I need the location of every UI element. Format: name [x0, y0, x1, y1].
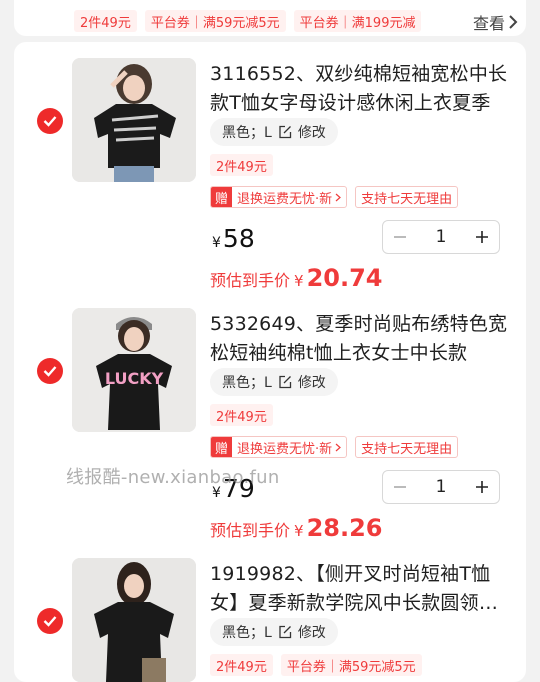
cart-item: 1919982、【侧开叉时尚短袖T恤女】夏季新款学院风中长款圆领上衣 黑色；L …	[0, 558, 540, 682]
item-checkbox[interactable]	[37, 108, 63, 134]
return-policy-tag: 支持七天无理由	[355, 436, 459, 458]
currency-symbol: ¥	[212, 485, 221, 501]
currency-symbol: ¥	[294, 272, 304, 290]
see-more-label: 查看	[472, 14, 505, 33]
return-policy-tag: 支持七天无理由	[355, 186, 459, 208]
cart-item: 3116552、双纱纯棉短袖宽松中长款T恤女字母设计感休闲上衣夏季 黑色；L 修…	[0, 58, 540, 308]
unit-price: ¥ 58	[212, 224, 255, 253]
quantity-stepper: 1	[382, 220, 500, 254]
product-image[interactable]	[72, 58, 196, 182]
see-more-link[interactable]: 查看	[473, 10, 518, 34]
minus-icon	[394, 236, 406, 238]
edit-label: 修改	[297, 625, 326, 641]
chevron-right-icon	[335, 443, 342, 451]
estimated-price-value: 28.26	[306, 514, 383, 542]
estimated-price-value: 20.74	[306, 264, 383, 292]
spec-label: 黑色；L	[222, 625, 272, 641]
product-title[interactable]: 3116552、双纱纯棉短袖宽松中长款T恤女字母设计感休闲上衣夏季	[210, 60, 510, 118]
increase-button[interactable]	[465, 471, 499, 503]
spec-selector[interactable]: 黑色；L 修改	[210, 368, 338, 396]
edit-icon	[279, 625, 291, 639]
service-label: 支持七天无理由	[361, 191, 453, 207]
check-icon	[43, 616, 57, 627]
cart-item: LUCKY 5332649、夏季时尚贴布绣特色宽松短袖纯棉t恤上衣女士中长款 黑…	[0, 308, 540, 558]
product-title[interactable]: 1919982、【侧开叉时尚短袖T恤女】夏季新款学院风中长款圆领上衣	[210, 560, 510, 618]
currency-symbol: ¥	[212, 235, 221, 251]
quantity-value[interactable]: 1	[417, 477, 465, 497]
check-icon	[43, 116, 57, 127]
decrease-button[interactable]	[383, 471, 417, 503]
decrease-button[interactable]	[383, 221, 417, 253]
edit-icon	[279, 375, 291, 389]
gift-badge: 赠	[211, 437, 233, 457]
gift-badge: 赠	[211, 187, 233, 207]
plus-icon	[476, 231, 488, 243]
spec-selector[interactable]: 黑色；L 修改	[210, 118, 338, 146]
quantity-value[interactable]: 1	[417, 227, 465, 247]
plus-icon	[476, 481, 488, 493]
product-image[interactable]	[72, 558, 196, 682]
increase-button[interactable]	[465, 221, 499, 253]
estimated-price-label: 预估到手价	[210, 271, 291, 290]
edit-label: 修改	[297, 375, 326, 391]
currency-symbol: ¥	[294, 522, 304, 540]
spec-label: 黑色；L	[222, 125, 272, 141]
service-label: 退换运费无忧·新	[237, 191, 333, 207]
promo-tag: 2件49元	[210, 404, 273, 426]
product-image[interactable]: LUCKY	[72, 308, 196, 432]
service-row: 赠 退换运费无忧·新 支持七天无理由	[210, 436, 459, 458]
shipping-insurance-tag[interactable]: 赠 退换运费无忧·新	[210, 186, 348, 208]
estimated-price: 预估到手价 ¥ 28.26	[210, 514, 382, 542]
chevron-right-icon	[335, 193, 342, 201]
check-icon	[43, 366, 57, 377]
product-title[interactable]: 5332649、夏季时尚贴布绣特色宽松短袖纯棉t恤上衣女士中长款	[210, 310, 510, 368]
minus-icon	[394, 486, 406, 488]
service-label: 支持七天无理由	[361, 441, 453, 457]
shipping-insurance-tag[interactable]: 赠 退换运费无忧·新	[210, 436, 348, 458]
coupon-tag: 平台券｜满59元减5元	[144, 10, 286, 32]
service-label: 退换运费无忧·新	[237, 441, 333, 457]
coupon-row: 2件49元 平台券｜满59元减5元 平台券｜满199元减	[74, 10, 422, 32]
unit-price: ¥ 79	[212, 474, 255, 503]
spec-selector[interactable]: 黑色；L 修改	[210, 618, 338, 646]
spec-label: 黑色；L	[222, 375, 272, 391]
promo-tag: 2件49元	[210, 154, 273, 176]
price-value: 79	[222, 474, 255, 503]
edit-label: 修改	[297, 125, 326, 141]
coupon-tag: 平台券｜满199元减	[293, 10, 422, 32]
estimated-price: 预估到手价 ¥ 20.74	[210, 264, 382, 292]
service-row: 赠 退换运费无忧·新 支持七天无理由	[210, 186, 459, 208]
svg-text:LUCKY: LUCKY	[105, 369, 164, 388]
price-value: 58	[222, 224, 255, 253]
estimated-price-label: 预估到手价	[210, 521, 291, 540]
quantity-stepper: 1	[382, 470, 500, 504]
promo-tag: 2件49元	[74, 10, 137, 32]
item-checkbox[interactable]	[37, 358, 63, 384]
edit-icon	[279, 125, 291, 139]
chevron-right-icon	[509, 15, 518, 29]
item-checkbox[interactable]	[37, 608, 63, 634]
